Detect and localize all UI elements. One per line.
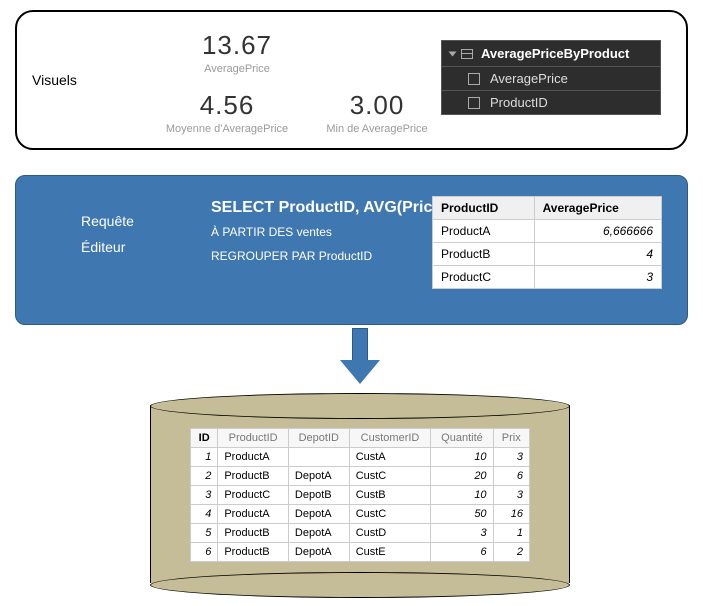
query-labels: Requête Éditeur [81,208,134,260]
database-cylinder: ID ProductID DepotID CustomerID Quantité… [150,393,570,598]
col-header: AveragePrice [534,197,661,220]
table-row: ProductB4 [433,243,662,266]
expand-icon [449,51,457,56]
kpi-min: 3.00 Min de AveragePrice [302,90,452,135]
field-row-averageprice[interactable]: AveragePrice [442,67,660,91]
table-header-row: ID ProductID DepotID CustomerID Quantité… [191,429,530,448]
flow-arrow-icon [340,328,380,386]
table-row: ProductC3 [433,266,662,289]
kpi-average-price: 13.67 AveragePrice [162,30,312,75]
field-row-productid[interactable]: ProductID [442,91,660,114]
kpi-value: 3.00 [302,90,452,121]
visuals-panel: Visuels 13.67 AveragePrice 4.56 Moyenne … [15,10,688,150]
source-sales-table: ID ProductID DepotID CustomerID Quantité… [190,428,530,562]
kpi-sub: Moyenne d'AveragePrice [127,123,327,135]
table-row: 5ProductBDepotACustD31 [191,524,530,543]
field-label: ProductID [490,95,548,110]
fields-table-header[interactable]: AveragePriceByProduct [442,41,660,67]
table-row: ProductA6,666666 [433,220,662,243]
checkbox[interactable] [468,97,480,109]
table-row: 4ProductADepotACustC5016 [191,505,530,524]
fields-table-name: AveragePriceByProduct [481,46,629,61]
kpi-mean: 4.56 Moyenne d'AveragePrice [127,90,327,135]
label-requete: Requête [81,208,134,234]
label-editeur: Éditeur [81,234,134,260]
table-row: 1ProductACustA103 [191,448,530,467]
table-row: 3ProductCDepotBCustB103 [191,486,530,505]
query-result-table: ProductID AveragePrice ProductA6,666666 … [432,196,662,289]
kpi-value: 4.56 [127,90,327,121]
table-icon [461,49,473,59]
fields-pane[interactable]: AveragePriceByProduct AveragePrice Produ… [441,40,661,115]
checkbox[interactable] [468,73,480,85]
col-header: ProductID [433,197,535,220]
query-editor-panel: Requête Éditeur SELECT ProductID, AVG(Pr… [15,175,688,325]
table-row: 6ProductBDepotACustE62 [191,543,530,562]
kpi-sub: Min de AveragePrice [302,123,452,135]
kpi-sub: AveragePrice [162,63,312,75]
kpi-value: 13.67 [162,30,312,61]
table-header-row: ProductID AveragePrice [433,197,662,220]
field-label: AveragePrice [490,71,568,86]
table-row: 2ProductBDepotACustC206 [191,467,530,486]
visuals-label: Visuels [32,72,77,88]
